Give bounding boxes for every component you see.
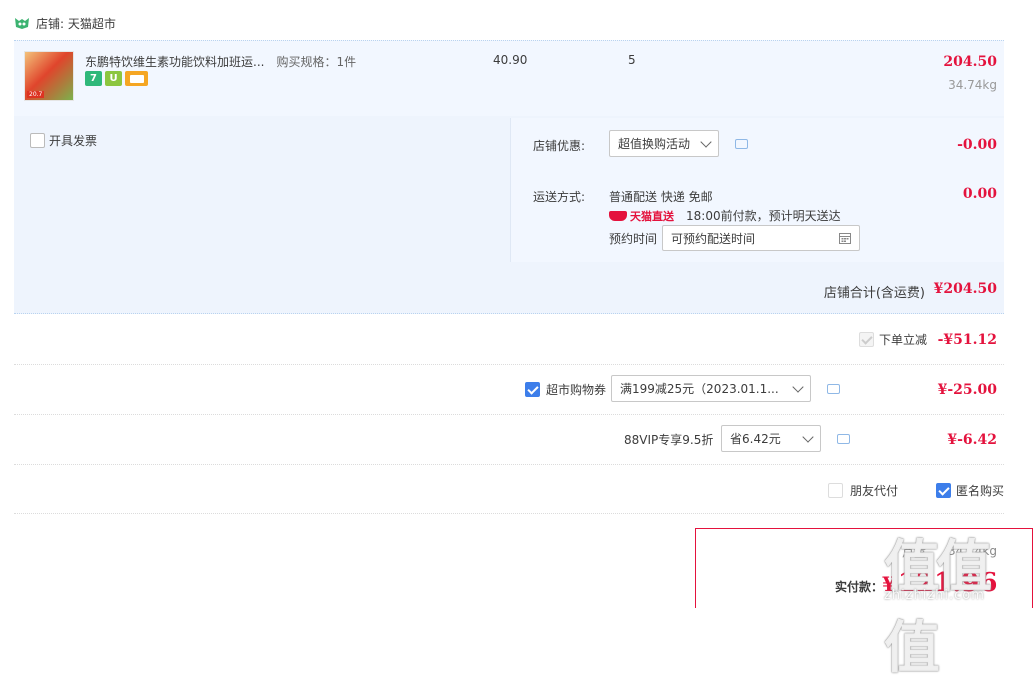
- coupon-select-value: 满199减25元（2023.01.1...: [620, 382, 779, 396]
- shop-discount-select-value: 超值换购活动: [618, 137, 691, 151]
- seven-day-return-icon: 7: [85, 71, 102, 86]
- coupon-select[interactable]: 满199减25元（2023.01.1...: [611, 375, 811, 402]
- payment-label: 实付款：: [835, 580, 884, 594]
- order-item-row: [14, 40, 1004, 116]
- anonymous-option[interactable]: 匿名购买: [936, 482, 1004, 499]
- instant-discount-amount: -¥51.12: [937, 332, 997, 348]
- item-quantity: 5: [628, 53, 636, 67]
- chevron-down-icon: [802, 430, 814, 443]
- instant-discount-label: 下单立减: [879, 333, 928, 347]
- product-thumbnail[interactable]: 20.7: [24, 51, 74, 101]
- tmall-cat-icon: [15, 18, 29, 29]
- shop-discount-label: 店铺优惠:: [533, 139, 586, 153]
- delivery-note: 18:00前付款，预计明天送达: [686, 209, 841, 223]
- vip-amount: ¥-6.42: [947, 432, 997, 448]
- invoice-option[interactable]: 开具发票: [30, 132, 97, 149]
- shop-header: 店铺: 天猫超市: [14, 14, 116, 32]
- appointment-label: 预约时间: [609, 232, 658, 246]
- item-weight: 34.74kg: [948, 78, 997, 92]
- divider: [14, 364, 1004, 365]
- credit-card-icon: [125, 71, 148, 86]
- item-badges: 7 U: [85, 71, 148, 86]
- shop-total-amount: ¥204.50: [933, 281, 997, 297]
- thumbnail-price-label: 20.7: [27, 91, 45, 98]
- tmall-direct-logo: 天猫直送: [609, 208, 674, 224]
- friend-pay-option[interactable]: 朋友代付: [828, 482, 898, 499]
- item-unit-price: 40.90: [493, 53, 528, 67]
- anonymous-checkbox[interactable]: [936, 483, 951, 498]
- vip-label: 88VIP专享9.5折: [624, 433, 714, 447]
- chat-icon[interactable]: [837, 434, 850, 444]
- instant-discount: 下单立减: [859, 331, 927, 348]
- shipping-amount: 0.00: [962, 186, 997, 202]
- site-watermark-url: zhizhizhi.com: [884, 588, 985, 603]
- chevron-down-icon: [700, 135, 712, 148]
- item-info: 东鹏特饮维生素功能饮料加班运... 购买规格：1件: [85, 53, 356, 70]
- shop-discount-amount: -0.00: [957, 137, 997, 153]
- shipping-method: 普通配送 快递 免邮: [609, 190, 713, 204]
- appointment-time-value: 可预约配送时间: [671, 231, 756, 246]
- friend-pay-label: 朋友代付: [850, 484, 899, 498]
- divider: [14, 513, 1004, 514]
- coupon-label: 超市购物券: [546, 383, 607, 397]
- instant-discount-checkbox: [859, 332, 874, 347]
- item-title[interactable]: 东鹏特饮维生素功能饮料加班运...: [85, 53, 264, 70]
- shop-discount-select[interactable]: 超值换购活动: [609, 130, 719, 157]
- delivery-info: 天猫直送 18:00前付款，预计明天送达: [609, 207, 841, 224]
- item-subtotal: 204.50: [943, 54, 997, 70]
- shop-total-label: 店铺合计(含运费): [823, 286, 925, 301]
- chevron-down-icon: [792, 380, 804, 393]
- anonymous-label: 匿名购买: [956, 484, 1005, 498]
- divider: [14, 464, 1004, 465]
- coupon-amount: ¥-25.00: [937, 382, 997, 398]
- shipping-label: 运送方式:: [533, 190, 586, 204]
- guarantee-icon: U: [105, 71, 122, 86]
- chat-icon[interactable]: [827, 384, 840, 394]
- site-watermark: 值值值: [884, 534, 992, 681]
- vip-select-value: 省6.42元: [730, 432, 781, 446]
- shop-name[interactable]: 店铺: 天猫超市: [36, 15, 116, 32]
- appointment-time-picker[interactable]: 可预约配送时间: [662, 225, 860, 251]
- coupon-option[interactable]: 超市购物券: [525, 381, 606, 398]
- invoice-label: 开具发票: [49, 134, 98, 148]
- friend-pay-checkbox[interactable]: [828, 483, 843, 498]
- coupon-checkbox[interactable]: [525, 382, 540, 397]
- divider: [14, 414, 1004, 415]
- calendar-icon: [839, 233, 851, 244]
- vip-select[interactable]: 省6.42元: [721, 425, 821, 452]
- invoice-checkbox[interactable]: [30, 133, 45, 148]
- chat-icon[interactable]: [735, 139, 748, 149]
- item-spec: 购买规格：1件: [276, 55, 357, 69]
